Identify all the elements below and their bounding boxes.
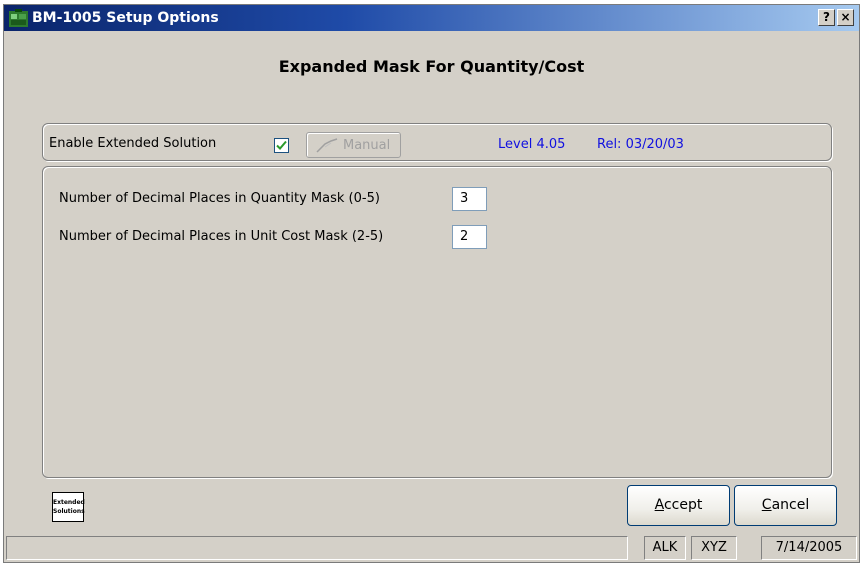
cancel-button[interactable]: Cancel <box>734 485 837 526</box>
help-button[interactable]: ? <box>818 9 835 26</box>
unit-cost-mask-input[interactable]: 2 <box>452 225 487 249</box>
status-message <box>6 536 628 560</box>
window-title: BM-1005 Setup Options <box>32 10 219 26</box>
status-user: XYZ <box>691 536 737 560</box>
unit-cost-mask-label: Number of Decimal Places in Unit Cost Ma… <box>59 229 384 244</box>
manual-button-label: Manual <box>343 138 391 153</box>
level-text: Level 4.05 <box>498 137 566 152</box>
manual-button[interactable]: Manual <box>306 132 401 158</box>
status-company: ALK <box>644 536 686 560</box>
mask-settings-panel <box>42 166 832 478</box>
enable-extended-label: Enable Extended Solution <box>49 136 217 151</box>
status-date: 7/14/2005 <box>761 536 857 560</box>
title-bar[interactable]: BM-1005 Setup Options ? × <box>4 5 859 31</box>
logo-line-2: Solutions <box>53 508 85 515</box>
release-text: Rel: 03/20/03 <box>597 137 684 152</box>
app-icon <box>9 9 28 27</box>
close-button[interactable]: × <box>837 9 854 26</box>
accept-button[interactable]: Accept <box>627 485 730 526</box>
quantity-mask-label: Number of Decimal Places in Quantity Mas… <box>59 191 380 206</box>
accept-button-label: Accept <box>654 497 703 513</box>
checkmark-icon <box>276 140 287 150</box>
logo-line-1: Extended <box>53 499 85 506</box>
cancel-button-label: Cancel <box>761 497 810 513</box>
extended-solutions-logo: Extended Solutions <box>52 492 85 522</box>
status-bar: ALK XYZ 7/14/2005 <box>4 534 859 562</box>
pen-icon <box>316 138 338 153</box>
quantity-mask-input[interactable]: 3 <box>452 187 487 211</box>
setup-options-window: BM-1005 Setup Options ? × Expanded Mask … <box>3 4 860 563</box>
page-heading: Expanded Mask For Quantity/Cost <box>278 57 585 76</box>
enable-extended-checkbox[interactable] <box>274 138 289 153</box>
